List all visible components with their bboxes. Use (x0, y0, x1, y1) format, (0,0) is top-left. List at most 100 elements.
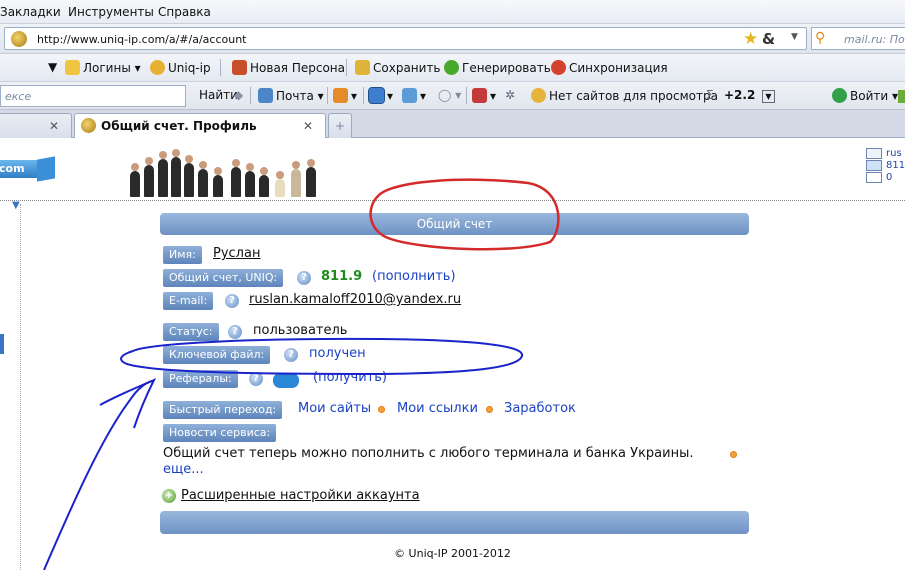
advanced-settings-link[interactable]: Расширенные настройки аккаунта (181, 488, 420, 503)
mail-button[interactable]: Почта ▾ (258, 88, 324, 103)
person-figure (275, 171, 285, 197)
sum-dropdown-icon[interactable]: ▼ (762, 90, 775, 103)
topup-link[interactable]: (пополнить) (372, 269, 456, 284)
tab-previous[interactable]: ✕ (0, 113, 72, 138)
find-button[interactable]: Найти (199, 88, 238, 102)
new-persona-label: Новая Персона (250, 61, 345, 75)
status-help-icon[interactable]: ? (228, 325, 242, 339)
uniqip-icon (150, 60, 165, 75)
find-arrows-icon[interactable]: ◆ (234, 88, 243, 102)
keyfile-value[interactable]: получен (309, 346, 366, 361)
email-value[interactable]: ruslan.kamaloff2010@yandex.ru (249, 292, 461, 307)
sum-icon: Σ (706, 88, 714, 102)
save-button[interactable]: Сохранить (355, 60, 441, 75)
toolbar-dropdown-icon[interactable]: ▼ (48, 60, 57, 74)
address-bar: http://www.uniq-ip.com/a/#/a/account ★ &… (0, 24, 905, 54)
name-label: Имя: (163, 246, 202, 264)
keyfile-label: Ключевой файл: (163, 346, 271, 364)
person-figure (130, 163, 140, 197)
rail-stub[interactable] (0, 334, 4, 354)
quick-link-earnings[interactable]: Заработок (504, 401, 576, 416)
toolbar-separator (327, 87, 328, 104)
uniq-toolbar: ▼ Логины ▾ Uniq-ip Новая Персона Сохрани… (0, 54, 905, 82)
user-card-icon (866, 148, 882, 159)
envelope-icon (866, 172, 882, 183)
balance-help-icon[interactable]: ? (297, 271, 311, 285)
settings-gear-icon[interactable]: ✲ (505, 88, 515, 102)
person-figure (158, 151, 168, 197)
news-bullet (730, 451, 737, 458)
addon-icon[interactable]: & (762, 30, 775, 48)
user-name-short: rus (886, 148, 902, 159)
web-search-field[interactable]: ⚲ mail.ru: По (811, 27, 905, 50)
color-button[interactable]: ▾ (472, 88, 496, 103)
person-figure (171, 149, 181, 197)
search-engine-icon[interactable]: ⚲ (815, 30, 825, 46)
uniqip-button[interactable]: Uniq-ip (150, 60, 211, 75)
news-more-link[interactable]: еще... (163, 462, 204, 477)
generate-button[interactable]: Генерировать (444, 60, 551, 75)
close-tab-icon[interactable]: ✕ (303, 119, 313, 133)
person-figure (245, 163, 255, 197)
login-button[interactable]: Войти ▾ (832, 88, 898, 103)
left-rail (20, 204, 21, 570)
status-label: Статус: (163, 323, 219, 341)
quick-link-bullet (486, 406, 493, 413)
toolbar-search-text: екce (5, 90, 32, 103)
toolbar-separator (363, 87, 364, 104)
person-figure (306, 159, 316, 197)
menu-bookmarks[interactable]: Закладки (0, 5, 61, 19)
keyfile-help-icon[interactable]: ? (284, 348, 298, 362)
url-field[interactable]: http://www.uniq-ip.com/a/#/a/account ★ &… (4, 27, 807, 50)
screen-button[interactable]: ▾ (368, 87, 393, 104)
advanced-settings-icon[interactable]: + (162, 489, 176, 503)
quick-link-my-sites[interactable]: Мои сайты (298, 401, 371, 416)
user-summary: rus 811 0 (866, 148, 905, 184)
user-name-row[interactable]: rus (866, 148, 905, 160)
browser-window: Закладки Инструменты Справка http://www.… (0, 0, 905, 570)
new-tab-button[interactable]: + (328, 113, 352, 138)
quick-link-bullet (378, 406, 385, 413)
site-favicon-icon (11, 31, 27, 47)
logins-button[interactable]: Логины ▾ (65, 60, 141, 75)
toolbar-search-input[interactable]: екce (0, 85, 186, 107)
balance-label: Общий счет, UNIQ: (163, 269, 284, 287)
new-persona-button[interactable]: Новая Персона (232, 60, 345, 75)
close-tab-icon[interactable]: ✕ (49, 119, 59, 133)
tab-active[interactable]: Общий счет. Профиль ✕ (74, 113, 326, 138)
quick-link-my-links[interactable]: Мои ссылки (397, 401, 478, 416)
referrals-action-link[interactable]: (получить) (313, 370, 387, 385)
quick-nav-label: Быстрый переход: (163, 401, 283, 419)
games-button[interactable]: ▾ (333, 88, 357, 103)
sync-icon (551, 60, 566, 75)
menu-tools[interactable]: Инструменты (68, 5, 154, 19)
screen-icon (368, 87, 385, 104)
extra-icon[interactable] (898, 90, 905, 103)
translate-button[interactable]: ▾ (402, 88, 426, 103)
logo-text: com (0, 162, 25, 175)
balance-row[interactable]: 811 (866, 160, 905, 172)
person-figure (259, 167, 269, 197)
tab-bar: ✕ Общий счет. Профиль ✕ + (0, 110, 905, 138)
no-sites-button[interactable]: Нет сайтов для просмотра (531, 88, 718, 103)
uniqip-label: Uniq-ip (168, 61, 211, 75)
referrals-help-icon[interactable]: ? (249, 372, 263, 386)
bookmark-star-icon[interactable]: ★ (743, 29, 758, 49)
logo-flag-icon (37, 156, 55, 182)
url-text[interactable]: http://www.uniq-ip.com/a/#/a/account (37, 33, 247, 46)
menu-help[interactable]: Справка (158, 5, 211, 19)
rail-arrow-icon[interactable]: ▼ (12, 200, 20, 211)
logins-label: Логины (83, 61, 131, 75)
login-icon (832, 88, 847, 103)
account-title: Общий счет (416, 217, 493, 231)
email-help-icon[interactable]: ? (225, 294, 239, 308)
sync-button[interactable]: Синхронизация (551, 60, 668, 75)
news-label: Новости сервиса: (163, 424, 277, 442)
balance-icon (866, 160, 882, 171)
url-dropdown-icon[interactable]: ▼ (791, 32, 798, 42)
messages-row[interactable]: 0 (866, 172, 905, 184)
chat-button[interactable]: ◯ ▾ (438, 88, 461, 102)
toolbar-separator (346, 59, 347, 76)
name-value[interactable]: Руслан (213, 246, 260, 261)
toolbar-separator (220, 59, 221, 76)
